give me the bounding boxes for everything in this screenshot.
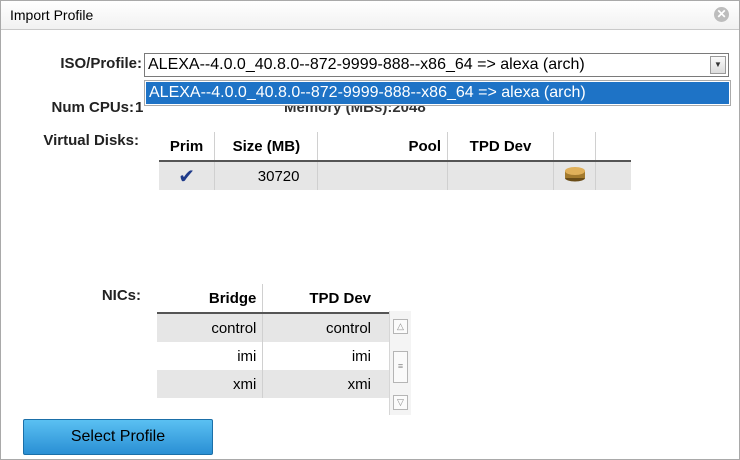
disk-icon[interactable] [553,161,597,190]
disk-extra-cell [595,161,631,190]
disk-pool-cell [317,161,448,190]
scroll-thumb[interactable]: ≡ [393,351,408,383]
dialog-title: Import Profile [10,7,94,23]
column-header-pool: Pool [317,132,448,161]
disk-size-cell: 30720 [214,161,319,190]
nic-bridge-cell: xmi [157,370,264,398]
column-header-size: Size (MB) [214,132,319,161]
nic-bridge-cell: imi [157,342,264,370]
nics-header-row: Bridge TPD Dev [157,284,389,313]
column-header-tpd-dev: TPD Dev [447,132,555,161]
column-header-blank-2 [596,132,631,161]
iso-profile-selected-value: ALEXA--4.0.0_40.8.0--872-9999-888--x86_6… [148,56,585,73]
title-bar: Import Profile ✕ [1,1,739,30]
iso-profile-label: ISO/Profile: [60,55,142,72]
nic-tpd-dev-cell: xmi [262,370,389,398]
table-row[interactable]: control control [157,313,389,342]
table-row[interactable]: xmi xmi [157,370,389,398]
table-row[interactable]: ✔ 30720 [159,161,631,190]
num-cpus-value: 1 [135,99,144,116]
virtual-disks-label: Virtual Disks: [43,132,139,149]
prim-check-icon[interactable]: ✔ [159,161,216,190]
nics-scrollbar[interactable]: △ ≡ ▽ [389,311,411,415]
scroll-up-icon[interactable]: △ [393,319,408,334]
num-cpus-label: Num CPUs: [51,99,134,116]
virtual-disks-header-row: Prim Size (MB) Pool TPD Dev [159,132,631,161]
column-header-blank-1 [553,132,597,161]
nic-bridge-cell: control [157,313,264,342]
select-profile-button[interactable]: Select Profile [23,419,213,455]
disk-tpd-dev-cell [447,161,555,190]
iso-profile-select[interactable]: ALEXA--4.0.0_40.8.0--872-9999-888--x86_6… [144,53,729,77]
column-header-prim: Prim [159,132,216,161]
column-header-nic-tpd-dev: TPD Dev [309,289,371,307]
scroll-down-icon[interactable]: ▽ [393,395,408,410]
close-icon[interactable]: ✕ [714,7,729,22]
import-profile-dialog: Import Profile ✕ ISO/Profile: ALEXA--4.0… [0,0,740,460]
nic-tpd-dev-cell: imi [351,347,371,365]
nics-label: NICs: [101,287,141,304]
dropdown-arrow-icon[interactable]: ▼ [710,56,726,74]
column-header-bridge: Bridge [157,284,264,313]
iso-profile-dropdown-list: ALEXA--4.0.0_40.8.0--872-9999-888--x86_6… [144,80,731,106]
nic-tpd-dev-cell: control [262,313,389,342]
virtual-disks-table: Prim Size (MB) Pool TPD Dev ✔ 30720 [159,132,631,190]
iso-profile-option[interactable]: ALEXA--4.0.0_40.8.0--872-9999-888--x86_6… [146,82,729,104]
nics-table: Bridge TPD Dev control control imi imi x… [157,284,389,398]
table-row[interactable]: imi imi [157,342,389,370]
